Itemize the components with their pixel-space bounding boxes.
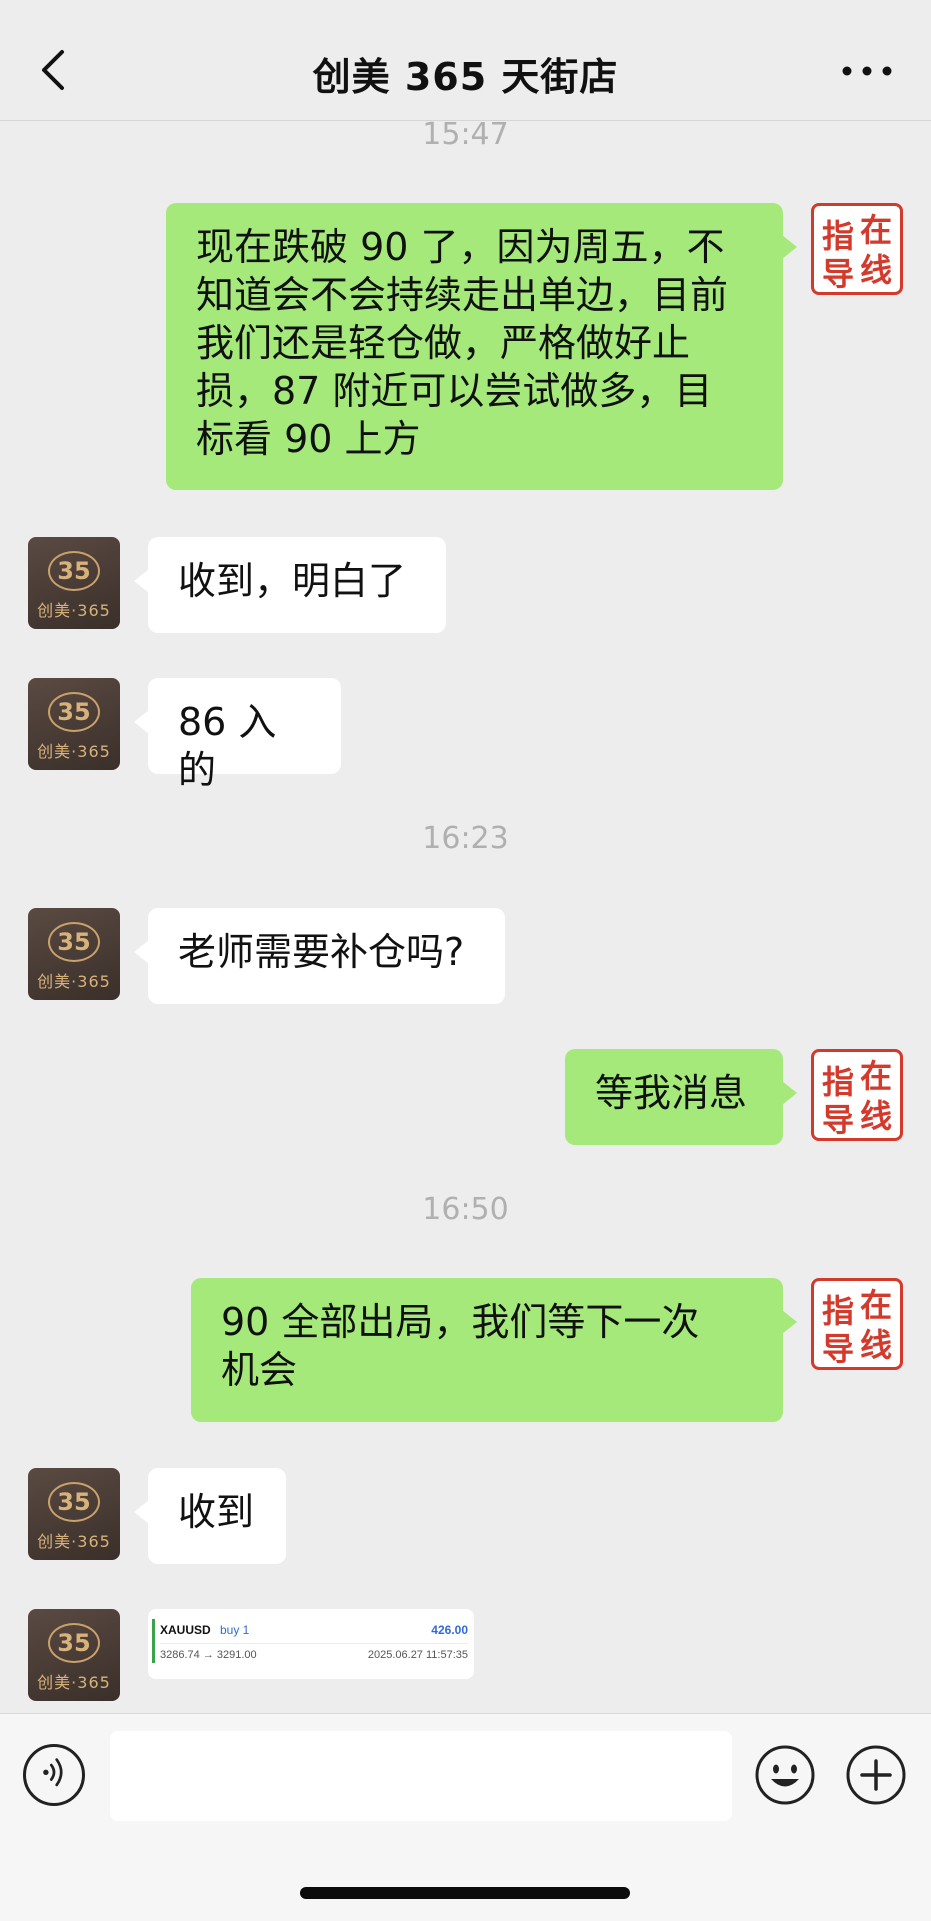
- timestamp: 16:50: [422, 1192, 509, 1227]
- message-list[interactable]: 15:47 现在跌破 90 了，因为周五，不 知道会不会持续走出单边，目前 我们…: [0, 121, 931, 1713]
- message-bubble-incoming[interactable]: 收到，明白了: [134, 537, 446, 633]
- message-bubble-incoming[interactable]: 老师需要补仓吗?: [134, 908, 505, 1004]
- card-divider: [160, 1643, 468, 1644]
- message-bubble-outgoing[interactable]: 现在跌破 90 了，因为周五，不 知道会不会持续走出单边，目前 我们还是轻仓做，…: [166, 203, 797, 490]
- nav-bar: 创美 365 天街店: [0, 0, 931, 121]
- stamp-char: 在: [859, 1286, 892, 1324]
- trade-prices: 3286.74 → 3291.00: [160, 1649, 257, 1661]
- trade-symbol: XAUUSD: [160, 1623, 211, 1637]
- stamp-char: 在: [859, 211, 892, 249]
- message-bubble-outgoing[interactable]: 90 全部出局，我们等下一次 机会: [191, 1278, 797, 1422]
- emoji-icon[interactable]: [754, 1744, 816, 1806]
- avatar[interactable]: 35 创美·365: [28, 1609, 120, 1701]
- trade-timestamp: 2025.06.27 11:57:35: [367, 1649, 468, 1661]
- avatar[interactable]: 35 创美·365: [28, 678, 120, 770]
- avatar-brand: 创美·365: [37, 972, 111, 991]
- stamp-char: 指: [822, 1063, 855, 1101]
- chat-title: 创美 365 天街店: [312, 55, 619, 99]
- message-bubble-incoming[interactable]: 86 入的: [134, 678, 341, 792]
- avatar-stamp[interactable]: 在 指 线 导: [811, 203, 903, 295]
- card-accent-bar: [152, 1619, 155, 1663]
- avatar-logo: 35: [48, 1623, 100, 1663]
- stamp-char: 线: [859, 1326, 892, 1364]
- stamp-char: 线: [859, 1097, 892, 1135]
- message-input[interactable]: [110, 1731, 732, 1821]
- avatar[interactable]: 35 创美·365: [28, 1468, 120, 1560]
- home-indicator[interactable]: [300, 1887, 630, 1899]
- stamp-char: 导: [822, 1330, 855, 1368]
- stamp-char: 指: [822, 217, 855, 255]
- plus-icon[interactable]: [845, 1744, 907, 1806]
- stamp-char: 导: [822, 255, 855, 293]
- more-icon[interactable]: [839, 56, 895, 86]
- avatar-brand: 创美·365: [37, 742, 111, 761]
- message-bubble-incoming[interactable]: 收到: [134, 1468, 286, 1564]
- trade-card-image[interactable]: XAUUSD buy 1 426.00 3286.74 → 3291.00 20…: [148, 1609, 474, 1679]
- avatar-stamp[interactable]: 在 指 线 导: [811, 1278, 903, 1370]
- avatar-brand: 创美·365: [37, 601, 111, 620]
- stamp-char: 指: [822, 1292, 855, 1330]
- avatar-logo: 35: [48, 1482, 100, 1522]
- avatar[interactable]: 35 创美·365: [28, 908, 120, 1000]
- avatar-brand: 创美·365: [37, 1532, 111, 1551]
- stamp-char: 线: [859, 251, 892, 289]
- trade-amount: 426.00: [431, 1623, 468, 1637]
- avatar-logo: 35: [48, 551, 100, 591]
- timestamp: 15:47: [422, 121, 509, 152]
- voice-input-icon[interactable]: [23, 1744, 85, 1806]
- avatar[interactable]: 35 创美·365: [28, 537, 120, 629]
- avatar-logo: 35: [48, 922, 100, 962]
- avatar-logo: 35: [48, 692, 100, 732]
- avatar-brand: 创美·365: [37, 1673, 111, 1692]
- stamp-char: 导: [822, 1101, 855, 1139]
- message-bubble-outgoing[interactable]: 等我消息: [565, 1049, 797, 1145]
- avatar-stamp[interactable]: 在 指 线 导: [811, 1049, 903, 1141]
- trade-side: buy 1: [220, 1623, 250, 1637]
- stamp-char: 在: [859, 1057, 892, 1095]
- timestamp: 16:23: [422, 821, 509, 856]
